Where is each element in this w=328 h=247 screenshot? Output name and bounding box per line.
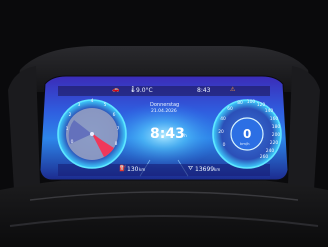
speed-tick: 40 xyxy=(220,116,226,122)
speed-tick: 240 xyxy=(265,148,275,154)
outside-temperature: 9.0°C xyxy=(136,87,153,94)
speed-tick: 200 xyxy=(271,132,281,138)
speed-tick: 140 xyxy=(264,108,274,114)
speed-zero: 0 xyxy=(222,142,226,148)
status-time: 8:43 xyxy=(197,87,211,94)
rpm-gauge xyxy=(57,99,127,169)
date: 21.04.2026 xyxy=(151,109,177,114)
speed-tick: 160 xyxy=(269,116,279,122)
speed-tick: 180 xyxy=(271,124,281,130)
warning-lamp-icon: ⚠ xyxy=(230,86,236,93)
rpm-tick: 7 xyxy=(116,126,120,132)
rpm-tick: 1 xyxy=(65,126,69,132)
rpm-tick: 5 xyxy=(103,102,107,108)
speed-tick: 220 xyxy=(269,140,279,146)
speed-tick: 120 xyxy=(256,102,266,108)
rpm-tick: 6 xyxy=(112,112,116,118)
rpm-tick: 3 xyxy=(77,102,81,108)
road-icon: ⛛ xyxy=(188,165,194,172)
fuel-pump-icon: ⛽ xyxy=(119,165,127,172)
speed-unit: km/h xyxy=(240,141,250,146)
rpm-tick: 8 xyxy=(114,141,118,147)
speed-tick: 60 xyxy=(227,106,233,112)
range-unit: km xyxy=(139,167,146,172)
odometer: 13699 xyxy=(195,166,215,173)
remaining-range: 130 xyxy=(127,166,139,173)
car-icon: 🚗 xyxy=(112,86,120,93)
odometer-unit: km xyxy=(214,167,221,172)
rpm-zero: 0 xyxy=(70,139,74,145)
center-clock: 8:43 xyxy=(150,126,185,142)
weekday: Donnerstag xyxy=(150,102,180,108)
speed-tick: 100 xyxy=(246,99,256,105)
instrument-cluster xyxy=(57,99,282,169)
clock-unit: h xyxy=(184,134,187,139)
speed-value: 0 xyxy=(243,127,252,141)
speed-tick: 20 xyxy=(218,129,224,135)
rpm-tick: 4 xyxy=(90,98,94,104)
rpm-tick: 2 xyxy=(68,112,72,118)
speed-tick: 80 xyxy=(237,100,243,106)
speed-tick: 260 xyxy=(259,154,269,160)
